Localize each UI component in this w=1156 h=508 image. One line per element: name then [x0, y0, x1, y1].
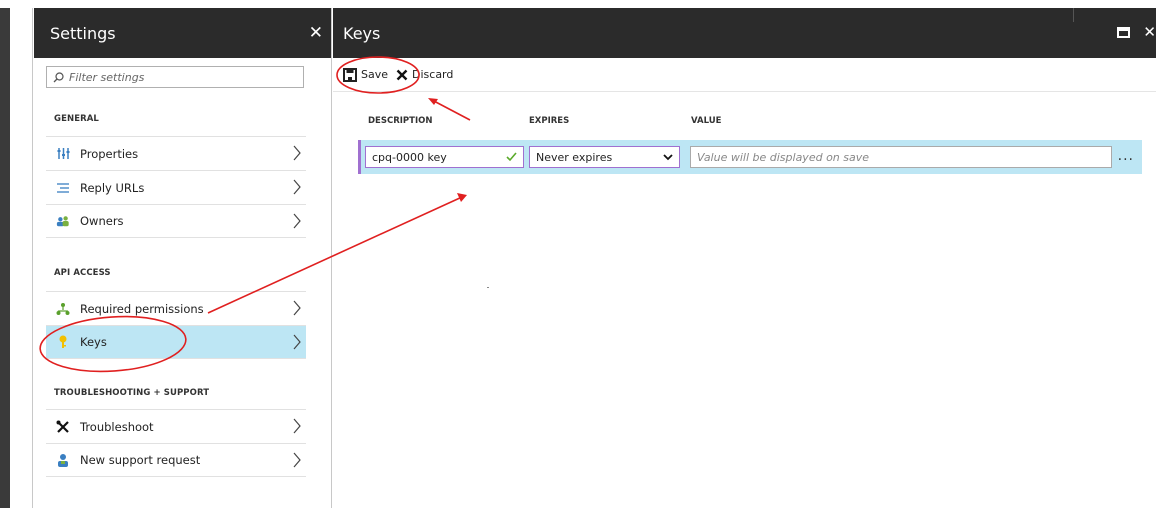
properties-icon — [56, 147, 70, 161]
stray-dot — [487, 287, 489, 288]
close-settings-button[interactable]: ✕ — [309, 24, 323, 42]
collapsed-blade — [10, 8, 33, 508]
chevron-right-icon — [293, 334, 301, 350]
section-label-troubleshooting: TROUBLESHOOTING + SUPPORT — [54, 388, 210, 398]
key-description-field[interactable]: cpq-0000 key — [365, 146, 524, 168]
sidebar-item-label: New support request — [80, 453, 201, 467]
tools-icon — [56, 420, 70, 434]
key-description-value: cpq-0000 key — [372, 150, 447, 164]
chevron-right-icon — [293, 145, 301, 161]
keys-title: Keys — [343, 23, 381, 43]
discard-label: Discard — [412, 68, 454, 81]
settings-title: Settings — [50, 23, 116, 43]
support-icon — [56, 453, 70, 467]
keys-toolbar: Save Discard — [333, 58, 1156, 92]
expires-selected-value: Never expires — [536, 150, 613, 164]
chevron-right-icon — [293, 300, 301, 316]
chevron-right-icon — [293, 213, 301, 229]
chevron-down-icon — [663, 154, 673, 161]
portal-left-rail — [0, 8, 10, 508]
discard-button[interactable]: Discard — [396, 68, 453, 81]
expires-dropdown[interactable]: Never expires — [529, 146, 680, 168]
keys-header: Keys ✕ — [333, 8, 1156, 58]
key-value-field[interactable]: Value will be displayed on save — [690, 146, 1112, 168]
save-button[interactable]: Save — [343, 67, 389, 82]
sidebar-item-label: Reply URLs — [80, 180, 145, 195]
key-row: cpq-0000 key Never expires Value will be… — [358, 140, 1142, 174]
sidebar-item-label: Properties — [80, 146, 139, 161]
sidebar-item-label: Required permissions — [80, 301, 204, 316]
settings-blade: Settings ✕ GENERAL Properties Reply URLs… — [34, 8, 332, 508]
column-header-description: DESCRIPTION — [368, 116, 433, 126]
section-label-general: GENERAL — [54, 114, 99, 124]
chevron-right-icon — [293, 179, 301, 195]
sidebar-item-properties[interactable]: Properties — [46, 136, 306, 170]
sidebar-item-label: Troubleshoot — [80, 419, 154, 434]
filter-settings-field[interactable] — [46, 66, 304, 88]
sidebar-item-required-permissions[interactable]: Required permissions — [46, 291, 306, 325]
arrow-keys-to-row-head — [457, 193, 467, 202]
sidebar-item-keys[interactable]: Keys — [46, 325, 306, 359]
sidebar-item-owners[interactable]: Owners — [46, 204, 306, 238]
settings-header: Settings ✕ — [34, 8, 331, 58]
save-label: Save — [361, 68, 389, 81]
chevron-right-icon — [293, 452, 301, 468]
column-header-expires: EXPIRES — [529, 116, 570, 126]
permissions-icon — [56, 302, 70, 316]
arrow-to-save — [431, 99, 471, 121]
sidebar-item-label: Keys — [80, 335, 107, 349]
top-strip — [0, 0, 1156, 8]
reply-urls-icon — [56, 181, 70, 195]
discard-icon — [396, 69, 408, 80]
sidebar-item-label: Owners — [80, 214, 124, 228]
key-icon — [56, 335, 70, 349]
filter-settings-input[interactable] — [69, 70, 289, 84]
chevron-right-icon — [293, 418, 301, 434]
arrow-to-save-head — [428, 98, 438, 105]
maximize-icon[interactable] — [1117, 27, 1130, 38]
header-separator — [1073, 8, 1074, 22]
checkmark-icon — [506, 152, 517, 162]
sidebar-item-reply-urls[interactable]: Reply URLs — [46, 170, 306, 204]
sidebar-item-troubleshoot[interactable]: Troubleshoot — [46, 409, 306, 443]
close-keys-button[interactable]: ✕ — [1143, 23, 1156, 41]
save-icon — [343, 67, 357, 82]
owners-icon — [56, 214, 70, 228]
sidebar-item-new-support-request[interactable]: New support request — [46, 443, 306, 477]
key-value-placeholder: Value will be displayed on save — [697, 150, 870, 164]
column-header-value: VALUE — [691, 116, 722, 126]
section-label-api-access: API ACCESS — [54, 268, 111, 278]
search-icon — [53, 71, 64, 82]
more-options-button[interactable]: ... — [1118, 148, 1134, 164]
